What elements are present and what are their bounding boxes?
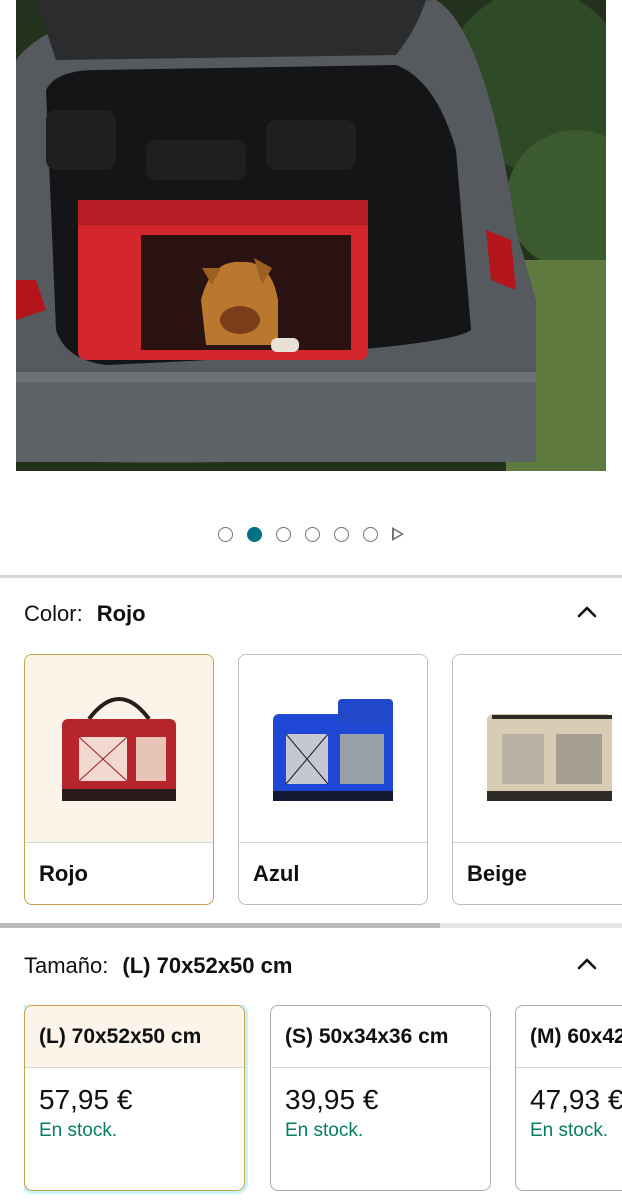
size-option-stock: En stock. (285, 1120, 364, 1141)
crate-blue-image (273, 698, 393, 801)
crate-beige-image (487, 713, 612, 801)
scrollbar-thumb[interactable] (0, 923, 440, 928)
size-option-price: 47,93 € (530, 1084, 622, 1115)
color-selected-value: Rojo (96, 601, 146, 626)
color-option-rojo[interactable]: Rojo (24, 654, 214, 905)
size-option-title: (M) 60x42x44 cm (516, 1006, 622, 1068)
color-thumbnail (453, 655, 622, 843)
size-option-stock: En stock. (39, 1120, 118, 1141)
carousel-next-icon[interactable] (392, 527, 404, 541)
size-option-m[interactable]: (M) 60x42x44 cm 47,93 € En stock. (515, 1005, 622, 1191)
size-option-stock: En stock. (530, 1120, 609, 1141)
size-option-price: 39,95 € (285, 1084, 379, 1115)
crate-red-image (62, 696, 176, 801)
horizontal-scrollbar[interactable] (0, 923, 622, 928)
color-option-label: Rojo (39, 861, 88, 886)
color-section-header[interactable]: Color: Rojo (24, 599, 604, 629)
section-divider (0, 575, 622, 578)
color-options: Rojo Azul Beige (24, 654, 622, 906)
color-option-label: Beige (467, 861, 527, 886)
size-label: Tamaño: (24, 953, 109, 978)
product-image[interactable] (16, 0, 606, 471)
color-option-label: Azul (253, 861, 300, 886)
size-option-title: (L) 70x52x50 cm (25, 1006, 244, 1068)
size-option-title: (S) 50x34x36 cm (271, 1006, 490, 1068)
product-photo (16, 0, 606, 471)
chevron-up-icon[interactable] (576, 601, 598, 623)
color-option-azul[interactable]: Azul (238, 654, 428, 905)
color-thumbnail (239, 655, 427, 843)
size-options: (L) 70x52x50 cm 57,95 € En stock. (S) 50… (24, 1005, 622, 1195)
carousel-dot[interactable] (334, 526, 349, 542)
size-option-s[interactable]: (S) 50x34x36 cm 39,95 € En stock. (270, 1005, 491, 1191)
carousel-dot[interactable] (276, 526, 291, 542)
carousel-dot[interactable] (218, 526, 233, 542)
size-option-l[interactable]: (L) 70x52x50 cm 57,95 € En stock. (24, 1005, 245, 1191)
size-selected-value: (L) 70x52x50 cm (122, 953, 293, 978)
size-option-price: 57,95 € (39, 1084, 133, 1115)
carousel-dot-active[interactable] (247, 526, 262, 542)
color-label: Color: (24, 601, 83, 626)
image-carousel-dots (0, 524, 622, 544)
chevron-up-icon[interactable] (576, 953, 598, 975)
color-option-beige[interactable]: Beige (452, 654, 622, 905)
carousel-dot[interactable] (363, 526, 378, 542)
color-thumbnail (25, 655, 213, 843)
carousel-dot[interactable] (305, 526, 320, 542)
size-section-header[interactable]: Tamaño: (L) 70x52x50 cm (24, 951, 604, 981)
